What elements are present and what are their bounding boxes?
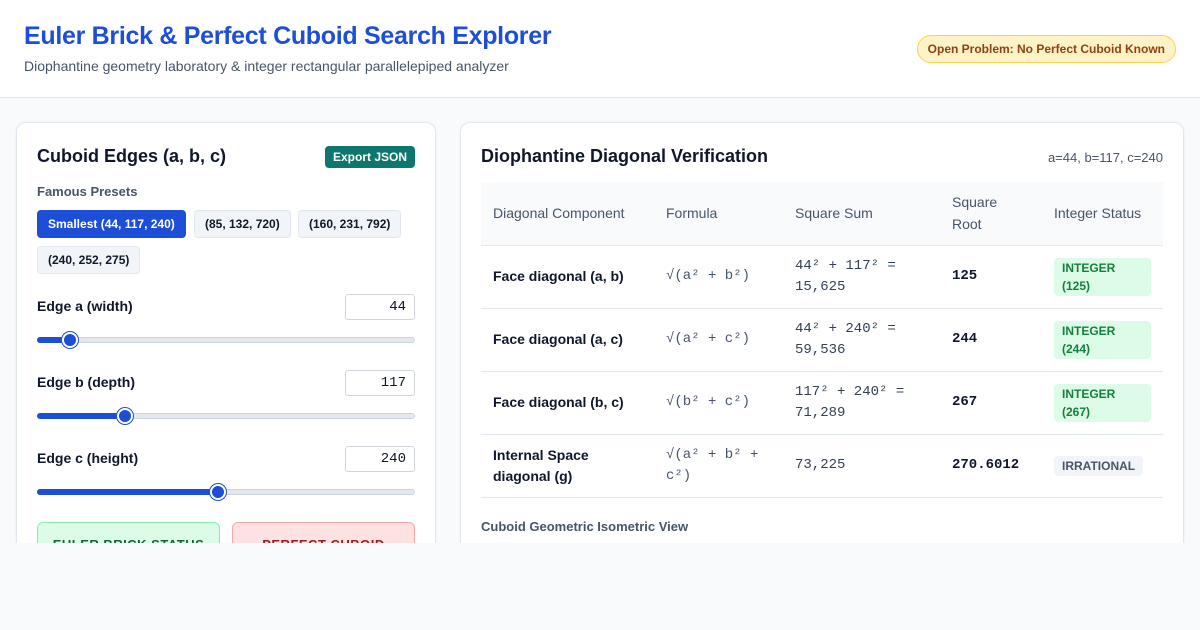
square-root: 270.6012 — [940, 434, 1042, 498]
edge-a-label: Edge a (width) — [37, 298, 133, 314]
edge-b-label: Edge b (depth) — [37, 374, 135, 390]
verification-card-title: Diophantine Diagonal Verification — [481, 146, 769, 166]
column-header: Square Root — [940, 182, 1042, 246]
table-row: Internal Space diagonal (g) √(a² + b² + … — [481, 434, 1163, 498]
edge-c-slider-thumb[interactable] — [210, 484, 227, 500]
edge-c-slider[interactable] — [37, 484, 415, 500]
column-header: Square Sum — [783, 182, 940, 246]
preset-smallest-button[interactable]: Smallest (44, 117, 240) — [37, 210, 186, 238]
diagonal-table: Diagonal Component Formula Square Sum Sq… — [481, 182, 1163, 498]
preset-240-252-275-button[interactable]: (240, 252, 275) — [37, 246, 141, 274]
diagonal-formula: √(a² + c²) — [654, 308, 783, 372]
preset-160-231-792-button[interactable]: (160, 231, 792) — [298, 210, 402, 238]
edge-b-slider[interactable] — [37, 408, 415, 424]
diagonal-formula: √(a² + b²) — [654, 245, 783, 309]
export-json-button[interactable]: Export JSON — [324, 146, 415, 168]
page-subtitle: Diophantine geometry laboratory & intege… — [24, 58, 509, 74]
edge-a-input[interactable]: 44 — [345, 294, 415, 320]
isometric-view-label: Cuboid Geometric Isometric View — [481, 519, 689, 534]
edges-card-title: Cuboid Edges (a, b, c) — [37, 146, 227, 166]
column-header: Formula — [654, 182, 783, 246]
integer-status-badge: INTEGER (244) — [1054, 320, 1151, 359]
diagonal-formula: √(a² + b² + c²) — [654, 434, 783, 498]
preset-85-132-720-button[interactable]: (85, 132, 720) — [194, 210, 291, 238]
edge-c-label: Edge c (height) — [37, 450, 139, 466]
integer-status-badge: INTEGER (267) — [1054, 383, 1151, 422]
diagonal-component: Internal Space diagonal (g) — [481, 434, 654, 498]
edge-params-readout: a=44, b=117, c=240 — [1047, 150, 1163, 165]
cuboid-edges-card: Cuboid Edges (a, b, c) Export JSON Famou… — [16, 122, 436, 543]
table-row: Face diagonal (a, c) √(a² + c²) 44² + 24… — [481, 308, 1163, 372]
perfect-cuboid-status: PERFECT CUBOID — [232, 522, 415, 543]
diagonal-formula: √(b² + c²) — [654, 371, 783, 435]
edge-a-slider-thumb[interactable] — [62, 332, 79, 348]
diagonal-verification-card: Diophantine Diagonal Verification a=44, … — [460, 122, 1184, 543]
edge-a-slider-track — [37, 337, 415, 343]
square-root: 267 — [940, 371, 1042, 435]
edge-b-slider-fill — [37, 413, 126, 419]
edge-b-slider-thumb[interactable] — [117, 408, 134, 424]
table-row: Face diagonal (a, b) √(a² + b²) 44² + 11… — [481, 245, 1163, 309]
open-problem-badge: Open Problem: No Perfect Cuboid Known — [916, 35, 1176, 63]
page-title: Euler Brick & Perfect Cuboid Search Expl… — [24, 22, 552, 50]
diagonal-component: Face diagonal (a, c) — [481, 308, 654, 372]
app-header: Euler Brick & Perfect Cuboid Search Expl… — [0, 0, 1200, 98]
table-row: Face diagonal (b, c) √(b² + c²) 117² + 2… — [481, 371, 1163, 435]
diagonal-component: Face diagonal (a, b) — [481, 245, 654, 309]
presets-label: Famous Presets — [37, 184, 138, 199]
square-sum: 73,225 — [783, 434, 940, 498]
square-sum: 44² + 240² = 59,536 — [783, 308, 940, 372]
edge-a-slider[interactable] — [37, 332, 415, 348]
square-root: 125 — [940, 245, 1042, 309]
table-header-row: Diagonal Component Formula Square Sum Sq… — [481, 182, 1163, 246]
edge-c-input[interactable]: 240 — [345, 446, 415, 472]
irrational-status-badge: IRRATIONAL — [1054, 456, 1144, 476]
integer-status-badge: INTEGER (125) — [1054, 257, 1151, 296]
square-sum: 44² + 117² = 15,625 — [783, 245, 940, 309]
diagonal-component: Face diagonal (b, c) — [481, 371, 654, 435]
square-root: 244 — [940, 308, 1042, 372]
square-sum: 117² + 240² = 71,289 — [783, 371, 940, 435]
content-viewport[interactable]: Cuboid Edges (a, b, c) Export JSON Famou… — [0, 99, 1200, 543]
edge-c-slider-fill — [37, 489, 219, 495]
column-header: Diagonal Component — [481, 182, 654, 246]
column-header: Integer Status — [1042, 182, 1163, 246]
edge-b-input[interactable]: 117 — [345, 370, 415, 396]
euler-brick-status: EULER BRICK STATUS — [37, 522, 220, 543]
